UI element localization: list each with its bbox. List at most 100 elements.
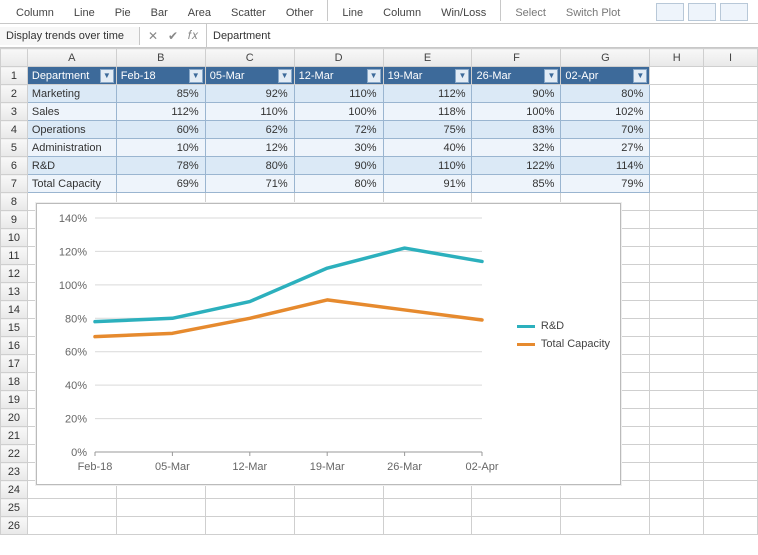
col-header[interactable]: E <box>383 49 472 67</box>
ribbon-pie[interactable]: Pie <box>105 7 141 21</box>
data-cell[interactable]: 92% <box>205 85 294 103</box>
cell[interactable] <box>472 499 561 517</box>
cell[interactable] <box>650 247 704 265</box>
cell[interactable] <box>650 211 704 229</box>
data-cell[interactable]: 12% <box>205 139 294 157</box>
data-cell[interactable]: 118% <box>383 103 472 121</box>
row-header[interactable]: 21 <box>1 427 28 445</box>
data-cell[interactable]: 79% <box>561 175 650 193</box>
cell[interactable] <box>650 463 704 481</box>
fx-icon[interactable]: 𝑓𝑥 <box>186 29 200 43</box>
filter-dropdown-icon[interactable]: ▼ <box>455 69 469 83</box>
row-header[interactable]: 4 <box>1 121 28 139</box>
cell[interactable] <box>650 85 704 103</box>
row-header[interactable]: 26 <box>1 517 28 535</box>
cell[interactable] <box>704 265 758 283</box>
cell[interactable] <box>704 409 758 427</box>
cell[interactable] <box>704 391 758 409</box>
cell[interactable] <box>27 517 116 535</box>
col-header[interactable]: I <box>704 49 758 67</box>
data-cell[interactable]: 114% <box>561 157 650 175</box>
filter-dropdown-icon[interactable]: ▼ <box>367 69 381 83</box>
data-cell[interactable]: 78% <box>116 157 205 175</box>
data-cell[interactable]: 112% <box>116 103 205 121</box>
cell[interactable] <box>650 391 704 409</box>
cell[interactable] <box>205 517 294 535</box>
cell[interactable] <box>704 67 758 85</box>
data-cell[interactable]: 100% <box>294 103 383 121</box>
table-header-cell[interactable]: 02-Apr▼ <box>561 67 650 85</box>
cell[interactable] <box>650 265 704 283</box>
cell[interactable] <box>650 445 704 463</box>
data-cell[interactable]: 80% <box>205 157 294 175</box>
cell[interactable] <box>704 499 758 517</box>
row-header[interactable]: 10 <box>1 229 28 247</box>
ribbon-bar[interactable]: Bar <box>141 7 178 21</box>
chart-style-thumb[interactable] <box>688 3 716 21</box>
table-header-cell[interactable]: 26-Mar▼ <box>472 67 561 85</box>
data-cell[interactable]: 75% <box>383 121 472 139</box>
table-header-cell[interactable]: Feb-18▼ <box>116 67 205 85</box>
cell[interactable] <box>704 481 758 499</box>
row-header[interactable]: 18 <box>1 373 28 391</box>
formula-bar[interactable]: Department <box>207 27 758 45</box>
filter-dropdown-icon[interactable]: ▼ <box>189 69 203 83</box>
data-cell[interactable]: 72% <box>294 121 383 139</box>
ribbon-switch-plot[interactable]: Switch Plot <box>556 7 630 21</box>
cancel-icon[interactable]: ✕ <box>146 29 160 43</box>
chart-style-thumb[interactable] <box>720 3 748 21</box>
row-header[interactable]: 20 <box>1 409 28 427</box>
row-header[interactable]: 13 <box>1 283 28 301</box>
data-cell[interactable]: 62% <box>205 121 294 139</box>
row-header[interactable]: 16 <box>1 337 28 355</box>
dept-cell[interactable]: Administration <box>27 139 116 157</box>
cell[interactable] <box>116 517 205 535</box>
data-cell[interactable]: 110% <box>383 157 472 175</box>
data-cell[interactable]: 110% <box>294 85 383 103</box>
data-cell[interactable]: 83% <box>472 121 561 139</box>
chart-style-thumb[interactable] <box>656 3 684 21</box>
cell[interactable] <box>650 373 704 391</box>
data-cell[interactable]: 27% <box>561 139 650 157</box>
cell[interactable] <box>650 103 704 121</box>
cell[interactable] <box>704 175 758 193</box>
cell[interactable] <box>704 283 758 301</box>
dept-cell[interactable]: Sales <box>27 103 116 121</box>
col-header[interactable]: B <box>116 49 205 67</box>
cell[interactable] <box>650 319 704 337</box>
table-header-cell[interactable]: 12-Mar▼ <box>294 67 383 85</box>
embedded-chart[interactable]: 0%20%40%60%80%100%120%140%Feb-1805-Mar12… <box>36 203 621 485</box>
filter-dropdown-icon[interactable]: ▼ <box>633 69 647 83</box>
data-cell[interactable]: 112% <box>383 85 472 103</box>
cell[interactable] <box>650 121 704 139</box>
cell[interactable] <box>650 409 704 427</box>
table-header-cell[interactable]: 05-Mar▼ <box>205 67 294 85</box>
filter-dropdown-icon[interactable]: ▼ <box>544 69 558 83</box>
cell[interactable] <box>650 517 704 535</box>
cell[interactable] <box>205 499 294 517</box>
row-header[interactable]: 2 <box>1 85 28 103</box>
col-header[interactable]: H <box>650 49 704 67</box>
cell[interactable] <box>650 499 704 517</box>
row-header[interactable]: 14 <box>1 301 28 319</box>
cell[interactable] <box>704 157 758 175</box>
confirm-icon[interactable]: ✔ <box>166 29 180 43</box>
dept-cell[interactable]: Operations <box>27 121 116 139</box>
row-header[interactable]: 11 <box>1 247 28 265</box>
cell[interactable] <box>650 283 704 301</box>
data-cell[interactable]: 102% <box>561 103 650 121</box>
data-cell[interactable]: 85% <box>472 175 561 193</box>
row-header[interactable]: 6 <box>1 157 28 175</box>
row-header[interactable]: 3 <box>1 103 28 121</box>
ribbon-sparkline-column[interactable]: Column <box>373 7 431 21</box>
row-header[interactable]: 17 <box>1 355 28 373</box>
cell[interactable] <box>704 85 758 103</box>
cell[interactable] <box>704 103 758 121</box>
cell[interactable] <box>704 229 758 247</box>
dept-cell[interactable]: Total Capacity <box>27 175 116 193</box>
data-cell[interactable]: 90% <box>294 157 383 175</box>
col-header[interactable]: C <box>205 49 294 67</box>
row-header[interactable]: 15 <box>1 319 28 337</box>
cell[interactable] <box>704 211 758 229</box>
select-all-corner[interactable] <box>1 49 28 67</box>
